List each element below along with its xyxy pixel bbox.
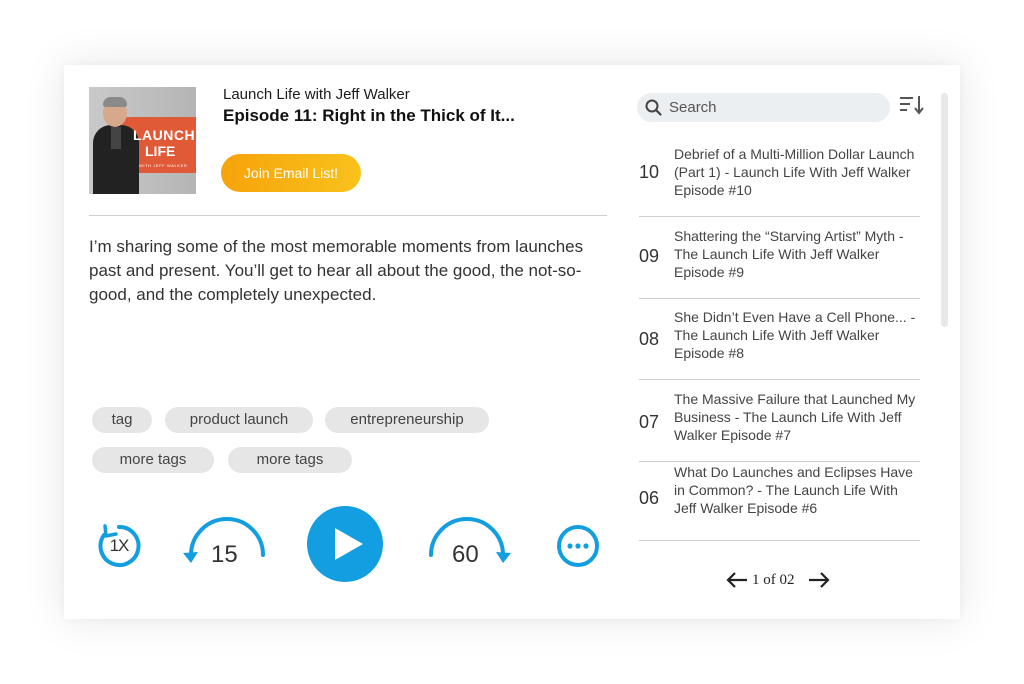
episode-title: Episode 11: Right in the Thick of It... <box>223 106 515 125</box>
episode-item-title: What Do Launches and Eclipses Have in Co… <box>674 464 913 516</box>
rewind-15-button[interactable]: 15 <box>181 515 267 577</box>
artwork-title-line2: LIFE <box>145 143 176 159</box>
pagination: 1 of 02 <box>726 568 836 592</box>
episode-number: 07 <box>639 412 660 432</box>
search-icon <box>645 99 662 116</box>
artwork-host-photo <box>93 97 139 194</box>
episode-item[interactable]: 07 The Massive Failure that Launched My … <box>639 380 920 462</box>
tag-chip[interactable]: entrepreneurship <box>325 407 489 433</box>
podcast-player-card: LAUNCH LIFE WITH JEFF WALKER Launch Life… <box>64 65 960 619</box>
episode-number: 06 <box>639 488 660 508</box>
sort-icon[interactable] <box>899 94 925 116</box>
show-name: Launch Life with Jeff Walker <box>223 86 410 103</box>
next-page-arrow-icon[interactable] <box>808 572 830 588</box>
tag-chip[interactable]: more tags <box>92 447 214 473</box>
podcast-artwork: LAUNCH LIFE WITH JEFF WALKER <box>89 87 196 194</box>
more-icon <box>557 525 599 567</box>
episode-item[interactable]: 06 What Do Launches and Eclipses Have in… <box>639 459 920 541</box>
episode-list-scrollbar[interactable] <box>941 93 948 327</box>
more-options-button[interactable] <box>556 524 600 568</box>
episode-number: 08 <box>639 329 660 349</box>
play-icon <box>335 528 363 560</box>
episode-description: I’m sharing some of the most memorable m… <box>89 237 584 304</box>
episode-item[interactable]: 09 Shattering the “Starving Artist” Myth… <box>639 217 920 299</box>
forward-60-button[interactable]: 60 <box>427 515 513 577</box>
episode-item[interactable]: 08 She Didn’t Even Have a Cell Phone... … <box>639 298 920 380</box>
prev-page-arrow-icon[interactable] <box>726 572 748 588</box>
speed-label: 1X <box>109 536 130 555</box>
episode-item[interactable]: 10 Debrief of a Multi-Million Dollar Lau… <box>639 135 920 217</box>
episode-item-title: The Massive Failure that Launched My Bus… <box>674 391 916 443</box>
tag-chip[interactable]: tag <box>92 407 152 433</box>
episode-number: 09 <box>639 246 660 266</box>
episode-item-title: Shattering the “Starving Artist” Myth - … <box>674 228 904 280</box>
play-button[interactable] <box>307 506 383 582</box>
header-divider <box>89 215 607 216</box>
page-indicator: 1 of 02 <box>752 572 795 588</box>
episode-item-title: Debrief of a Multi-Million Dollar Launch… <box>674 146 915 198</box>
artwork-subtitle: WITH JEFF WALKER <box>139 163 188 168</box>
episode-divider <box>639 540 920 541</box>
join-email-list-button[interactable]: Join Email List! <box>221 154 361 192</box>
tag-chip[interactable]: product launch <box>165 407 313 433</box>
forward-seconds-label: 60 <box>452 541 479 568</box>
tag-chip[interactable]: more tags <box>228 447 352 473</box>
search-input[interactable] <box>669 93 879 122</box>
playback-speed-button[interactable]: 1X <box>97 524 141 568</box>
search-box <box>637 93 890 122</box>
episode-number: 10 <box>639 162 660 182</box>
episode-item-title: She Didn’t Even Have a Cell Phone... - T… <box>674 309 916 361</box>
artwork-title-line1: LAUNCH <box>133 127 196 143</box>
rewind-seconds-label: 15 <box>211 541 238 568</box>
